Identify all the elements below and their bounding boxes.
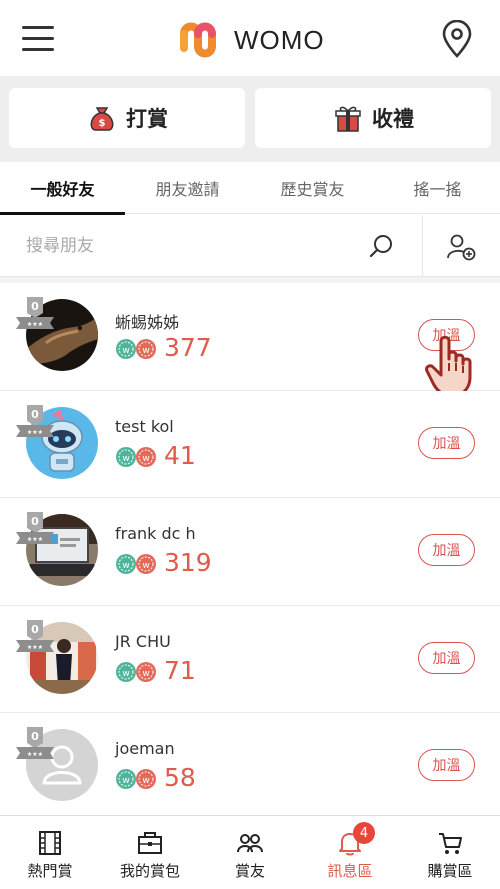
friend-row[interactable]: 0 ★★★ joeman w w 58 加溫 bbox=[0, 713, 500, 821]
nav-messages[interactable]: 4 訊息區 bbox=[300, 816, 400, 889]
svg-text:0: 0 bbox=[31, 730, 39, 743]
friend-score: 377 bbox=[164, 333, 212, 362]
coins-icon: w w bbox=[116, 769, 156, 789]
svg-text:w: w bbox=[122, 346, 129, 356]
friend-name: frank dc h bbox=[115, 524, 196, 543]
map-pin-icon[interactable] bbox=[440, 20, 474, 58]
logo-text: WOMO bbox=[234, 24, 325, 55]
search-input[interactable] bbox=[0, 215, 420, 277]
add-warmth-button[interactable]: 加溫 bbox=[418, 641, 475, 674]
svg-text:w: w bbox=[142, 561, 149, 571]
money-bag-icon: $ bbox=[90, 107, 114, 131]
bottom-nav: 熱門賞 我的賞包 賞友 4 訊息區 購賞區 bbox=[0, 815, 500, 889]
nav-shop[interactable]: 購賞區 bbox=[400, 816, 500, 889]
nav-label: 我的賞包 bbox=[119, 862, 180, 880]
svg-text:★★★: ★★★ bbox=[27, 644, 43, 651]
friend-tabs: 一般好友 朋友邀請 歷史賞友 搖一搖 bbox=[0, 162, 500, 215]
svg-text:w: w bbox=[142, 776, 149, 786]
svg-text:w: w bbox=[142, 669, 149, 679]
nav-label: 賞友 bbox=[234, 862, 265, 880]
friends-icon bbox=[237, 834, 263, 853]
friend-score: 58 bbox=[164, 763, 196, 792]
tip-label: 打賞 bbox=[126, 107, 168, 131]
friend-row[interactable]: 0 ★★★ test kol w w 41 加溫 bbox=[0, 390, 500, 498]
friend-name: 蜥蜴姊姊 bbox=[115, 313, 180, 332]
svg-text:w: w bbox=[122, 454, 129, 464]
nav-wallet[interactable]: 我的賞包 bbox=[100, 816, 200, 889]
svg-text:w: w bbox=[122, 669, 129, 679]
add-friend-icon[interactable] bbox=[446, 233, 476, 261]
action-band: $ 打賞 收禮 bbox=[0, 76, 500, 162]
friend-name: joeman bbox=[115, 739, 175, 758]
tip-button[interactable]: $ 打賞 bbox=[9, 88, 245, 148]
friend-row[interactable]: 0 ★★★ frank dc h w w 319 加溫 bbox=[0, 498, 500, 606]
tab-friend-invites[interactable]: 朋友邀請 bbox=[125, 162, 250, 214]
app-header: WOMO bbox=[0, 0, 500, 76]
cart-icon bbox=[439, 833, 462, 854]
friend-list: 0 ★★★ 蜥蜴姊姊 w w 377 加溫 bbox=[0, 283, 500, 821]
level-badge-icon: 0 ★★★ bbox=[16, 619, 54, 652]
level-badge-icon: 0 ★★★ bbox=[16, 512, 54, 544]
tab-history-friends[interactable]: 歷史賞友 bbox=[250, 162, 375, 214]
add-warmth-button[interactable]: 加溫 bbox=[418, 534, 475, 566]
search-icon[interactable] bbox=[368, 233, 394, 259]
coins-icon: w w bbox=[116, 661, 156, 682]
tab-general-friends[interactable]: 一般好友 bbox=[0, 162, 125, 215]
svg-text:w: w bbox=[142, 454, 149, 464]
hamburger-menu-icon[interactable] bbox=[22, 26, 54, 52]
nav-label: 訊息區 bbox=[327, 862, 373, 880]
friend-score: 319 bbox=[164, 548, 212, 577]
notification-badge: 4 bbox=[353, 822, 375, 844]
add-warmth-button[interactable]: 加溫 bbox=[418, 749, 475, 781]
gift-icon bbox=[335, 106, 361, 132]
svg-text:★★★: ★★★ bbox=[27, 429, 43, 436]
friend-row[interactable]: 0 ★★★ JR CHU w w 71 加溫 bbox=[0, 605, 500, 713]
svg-text:0: 0 bbox=[31, 623, 39, 636]
level-badge-icon: 0 ★★★ bbox=[16, 297, 54, 329]
svg-text:★★★: ★★★ bbox=[27, 536, 43, 543]
gift-button[interactable]: 收禮 bbox=[255, 88, 491, 148]
svg-text:0: 0 bbox=[31, 300, 39, 313]
gift-label: 收禮 bbox=[372, 107, 414, 131]
svg-text:★★★: ★★★ bbox=[27, 751, 43, 758]
svg-text:w: w bbox=[142, 346, 149, 356]
tab-shake[interactable]: 搖一搖 bbox=[375, 162, 500, 214]
womo-logo-icon bbox=[180, 22, 216, 58]
level-badge-icon: 0 ★★★ bbox=[16, 404, 54, 437]
svg-text:0: 0 bbox=[31, 408, 39, 421]
nav-friends[interactable]: 賞友 bbox=[200, 816, 300, 889]
friend-score: 41 bbox=[164, 440, 196, 470]
nav-label: 熱門賞 bbox=[27, 862, 73, 880]
film-icon bbox=[39, 831, 61, 855]
friend-name: JR CHU bbox=[115, 631, 171, 651]
divider bbox=[422, 215, 423, 277]
svg-text:$: $ bbox=[99, 118, 106, 129]
nav-hot[interactable]: 熱門賞 bbox=[0, 816, 100, 889]
add-warmth-button[interactable]: 加溫 bbox=[418, 426, 475, 459]
svg-text:w: w bbox=[122, 561, 129, 571]
coins-icon: w w bbox=[116, 554, 156, 574]
search-row bbox=[0, 215, 500, 277]
svg-text:w: w bbox=[122, 776, 129, 786]
friend-score: 71 bbox=[164, 655, 196, 685]
app-logo: WOMO bbox=[178, 20, 325, 60]
wallet-icon bbox=[138, 832, 162, 854]
nav-label: 購賞區 bbox=[427, 862, 473, 880]
svg-text:0: 0 bbox=[31, 515, 39, 528]
friend-name: test kol bbox=[115, 416, 174, 436]
friend-row[interactable]: 0 ★★★ 蜥蜴姊姊 w w 377 加溫 bbox=[0, 283, 500, 398]
coins-icon: w w bbox=[116, 446, 156, 467]
level-badge-icon: 0 ★★★ bbox=[16, 727, 54, 759]
coins-icon: w w bbox=[116, 339, 156, 359]
tap-hand-icon bbox=[425, 335, 472, 398]
svg-text:★★★: ★★★ bbox=[27, 321, 43, 328]
